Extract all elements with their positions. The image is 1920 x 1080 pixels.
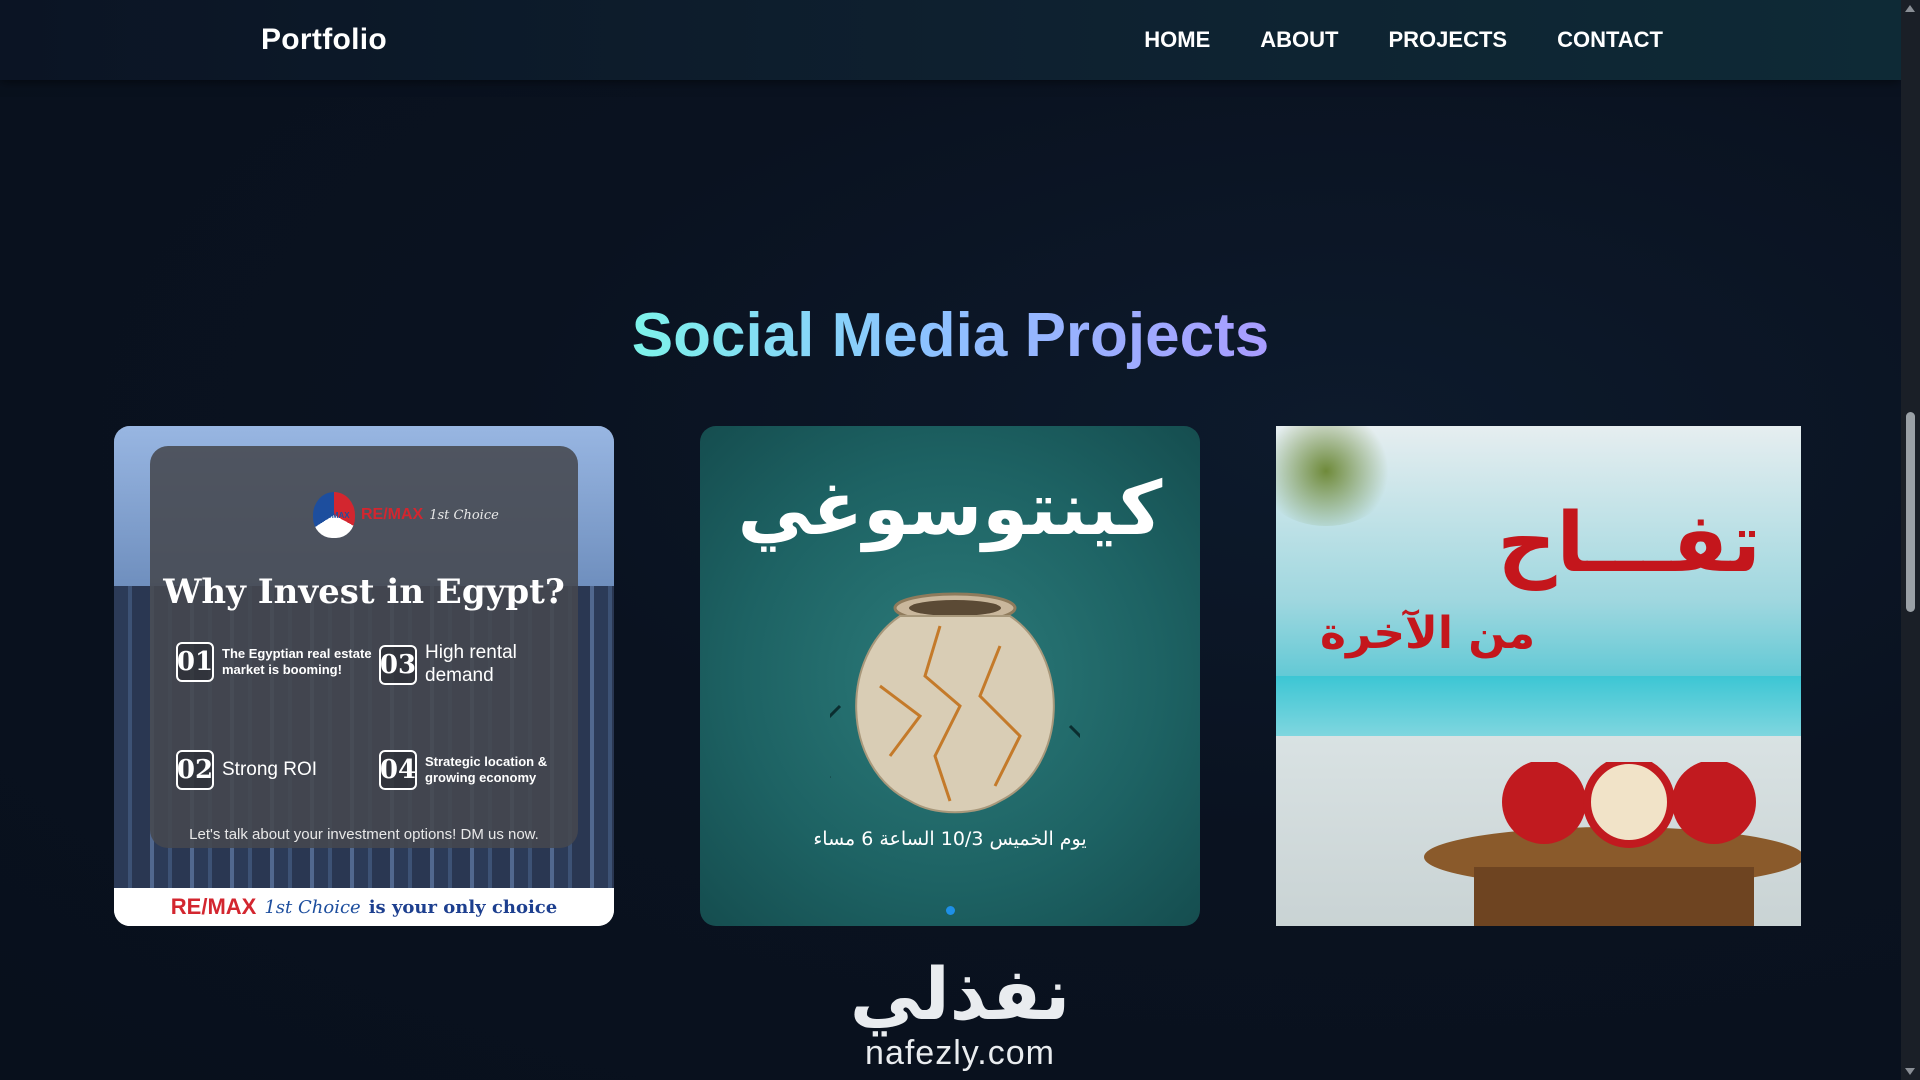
section-title: Social Media Projects: [0, 300, 1901, 371]
event-date-text: يوم الخميس 10/3 الساعة 6 مساء: [813, 828, 1087, 850]
point-01: 01 The Egyptian real estate market is bo…: [176, 642, 377, 682]
card-heading: Why Invest in Egypt?: [163, 572, 565, 612]
card-heading: كينتوسوغي: [737, 466, 1163, 552]
brand-logo[interactable]: Portfolio: [261, 23, 387, 57]
logo-latin-text: nafezly.com: [865, 1034, 1055, 1072]
scrollbar-thumb[interactable]: [1906, 412, 1915, 612]
point-text: High rental demand: [425, 642, 517, 686]
card-subheading: من الآخرة: [1320, 608, 1536, 659]
point-number: 02: [176, 750, 214, 790]
nav-links: HOME ABOUT PROJECTS CONTACT: [1144, 27, 1663, 53]
card-heading: تفـــاح: [1497, 496, 1761, 591]
scroll-up-arrow-icon[interactable]: [1905, 5, 1915, 12]
nav-link-home[interactable]: HOME: [1144, 27, 1210, 53]
nav-link-contact[interactable]: CONTACT: [1557, 27, 1663, 53]
project-card-remax[interactable]: RE/MAX RE/MAX 1st Choice Why Invest in E…: [114, 426, 614, 926]
nav-link-about[interactable]: ABOUT: [1260, 27, 1338, 53]
footer-tagline: is your only choice: [368, 896, 558, 918]
remax-logo: RE/MAX RE/MAX 1st Choice: [313, 492, 499, 538]
point-number: 04: [379, 750, 417, 790]
card-footer-banner: RE/MAX 1st Choice is your only choice: [114, 888, 614, 926]
top-nav: Portfolio HOME ABOUT PROJECTS CONTACT: [0, 0, 1901, 80]
remax-logo-text: RE/MAX: [361, 506, 424, 523]
bottles-and-apples-image: [1424, 762, 1801, 926]
point-text: Strategic location & growing economy: [425, 754, 548, 785]
section-title-text: Social Media Projects: [631, 301, 1270, 370]
scroll-down-arrow-icon[interactable]: [1905, 1068, 1915, 1075]
point-number: 03: [379, 644, 417, 685]
carousel-dots: [700, 906, 1200, 915]
info-panel: RE/MAX RE/MAX 1st Choice Why Invest in E…: [150, 446, 578, 848]
nafezly-logo[interactable]: نفذلي nafezly.com: [845, 958, 1075, 1073]
logo-arabic-text: نفذلي: [849, 952, 1071, 1036]
footer-choice-text: 1st Choice: [264, 896, 361, 918]
remax-choice-text: 1st Choice: [429, 507, 499, 523]
palm-leaves-image: [1276, 426, 1396, 526]
point-02: 02 Strong ROI: [176, 750, 317, 790]
cracked-vase-image: [830, 592, 1080, 814]
remax-balloon-icon: RE/MAX: [313, 492, 355, 538]
point-04: 04 Strategic location & growing economy: [379, 750, 575, 790]
point-text: Strong ROI: [222, 758, 318, 780]
point-text: The Egyptian real estate market is boomi…: [222, 646, 372, 677]
project-card-kintsugi[interactable]: كينتوسوغي يوم الخميس 10/3 الساعة 6 مساء: [700, 426, 1200, 926]
nav-link-projects[interactable]: PROJECTS: [1388, 27, 1507, 53]
footer-remax-text: RE/MAX: [170, 894, 257, 919]
project-card-apple-juice[interactable]: تفـــاح من الآخرة: [1276, 426, 1801, 926]
page-scrollbar[interactable]: [1901, 0, 1920, 1080]
sea-background: [1276, 676, 1801, 736]
carousel-dot-active[interactable]: [945, 906, 955, 915]
point-number: 01: [176, 642, 214, 682]
point-03: 03 High rental demand: [379, 642, 565, 688]
cta-text: Let's talk about your investment options…: [189, 826, 539, 843]
